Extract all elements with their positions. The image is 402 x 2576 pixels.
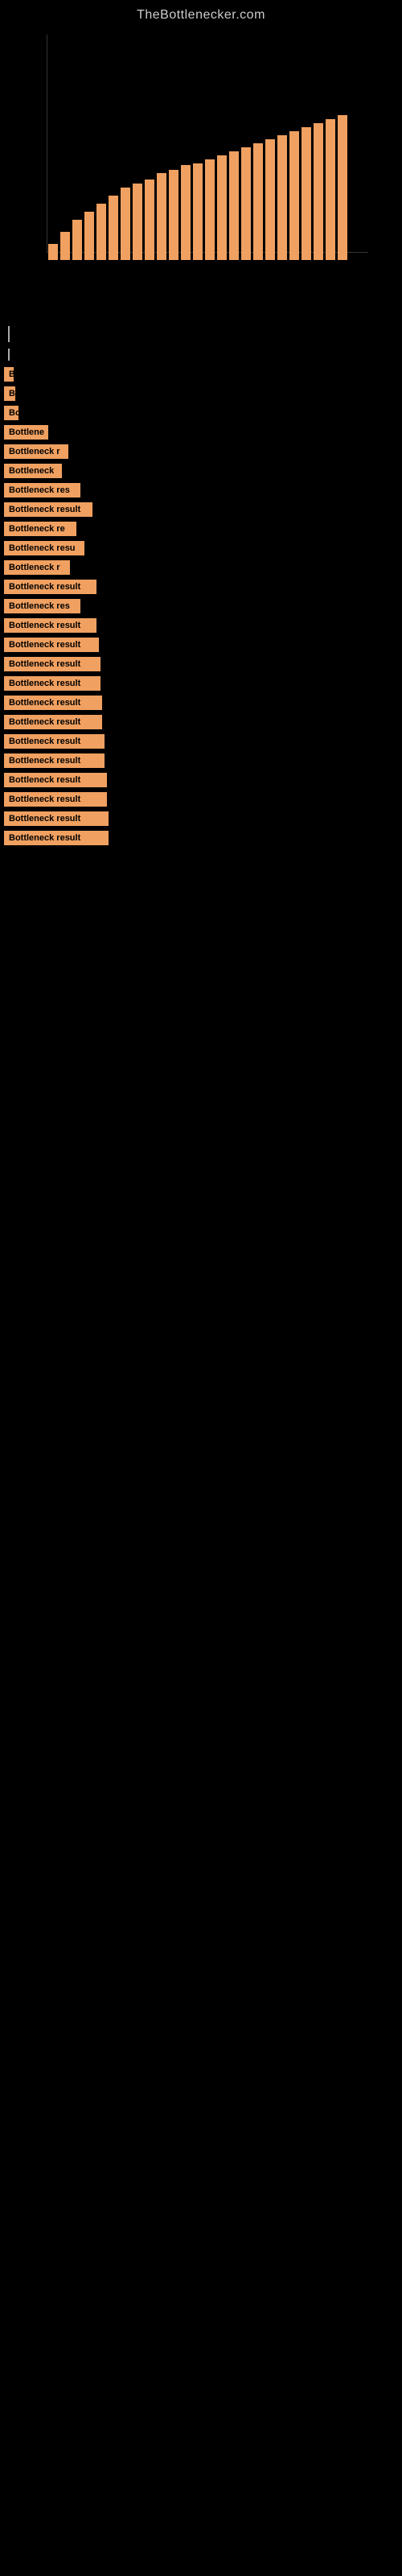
result-bar: Bottleneck result [4, 831, 109, 845]
result-bar: Bo [4, 406, 18, 420]
result-row: Bottleneck result [4, 715, 398, 729]
result-row: Bottleneck result [4, 734, 398, 749]
result-row: B [4, 386, 398, 401]
result-row: Bottleneck result [4, 792, 398, 807]
result-row: Bottleneck result [4, 831, 398, 845]
result-bar: Bottleneck result [4, 715, 102, 729]
result-bar: Bottleneck result [4, 734, 105, 749]
result-row: Bottleneck result [4, 696, 398, 710]
result-bar: Bottleneck re [4, 522, 76, 536]
result-row: Bottlene [4, 425, 398, 440]
result-bar: B [4, 386, 15, 401]
result-bar: Bottleneck result [4, 618, 96, 633]
result-row: Bottleneck [4, 464, 398, 478]
result-bar: Bottleneck r [4, 560, 70, 575]
result-row: Bottleneck re [4, 522, 398, 536]
result-row: Bottleneck result [4, 580, 398, 594]
results-list: BB Bo Bottlene Bottleneck r Bottleneck Bottle… [0, 367, 402, 845]
result-row: Bo [4, 406, 398, 420]
result-bar: Bottleneck result [4, 657, 100, 671]
result-bar: Bottleneck result [4, 502, 92, 517]
main-content: TheBottlenecker.com [0, 0, 402, 845]
result-row: Bottleneck r [4, 444, 398, 459]
result-row: Bottleneck result [4, 502, 398, 517]
result-bar: Bottleneck resu [4, 541, 84, 555]
result-row: Bottleneck result [4, 676, 398, 691]
result-row: Bottleneck resu [4, 541, 398, 555]
result-bar: Bottleneck res [4, 599, 80, 613]
result-bar: Bottleneck result [4, 792, 107, 807]
result-bar: Bottleneck result [4, 696, 102, 710]
result-bar: Bottleneck result [4, 773, 107, 787]
result-bar: Bottleneck result [4, 638, 99, 652]
result-bar: B [4, 367, 14, 382]
result-row: Bottleneck result [4, 811, 398, 826]
result-bar: Bottleneck [4, 464, 62, 478]
result-row: B [4, 367, 398, 382]
result-bar: Bottleneck res [4, 483, 80, 497]
site-title: TheBottlenecker.com [0, 0, 402, 27]
result-bar: Bottlene [4, 425, 48, 440]
result-row: Bottleneck result [4, 618, 398, 633]
result-row: Bottleneck result [4, 657, 398, 671]
result-bar: Bottleneck result [4, 676, 100, 691]
result-bar: Bottleneck result [4, 811, 109, 826]
result-row: Bottleneck res [4, 483, 398, 497]
result-bar: Bottleneck result [4, 753, 105, 768]
result-row: Bottleneck result [4, 753, 398, 768]
result-row: Bottleneck r [4, 560, 398, 575]
result-row: Bottleneck result [4, 638, 398, 652]
result-row: Bottleneck res [4, 599, 398, 613]
top-section: TheBottlenecker.com [0, 0, 402, 322]
result-bar: Bottleneck r [4, 444, 68, 459]
result-row: Bottleneck result [4, 773, 398, 787]
result-bar: Bottleneck result [4, 580, 96, 594]
